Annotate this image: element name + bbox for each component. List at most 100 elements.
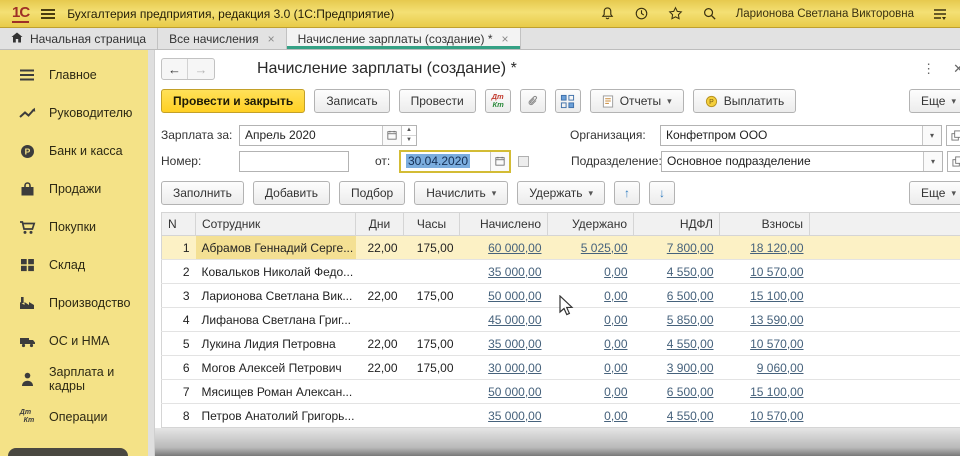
- amount-link[interactable]: 60 000,00: [488, 241, 541, 255]
- cell-5[interactable]: 0,00: [548, 356, 634, 380]
- amount-link[interactable]: 6 500,00: [667, 385, 714, 399]
- amount-link[interactable]: 18 120,00: [750, 241, 803, 255]
- sidebar-item-rukovoditelyu[interactable]: Руководителю: [0, 94, 148, 132]
- main-menu-icon[interactable]: [41, 9, 55, 19]
- cell-8[interactable]: [810, 332, 960, 356]
- cell-0[interactable]: 1: [162, 236, 196, 260]
- amount-link[interactable]: 13 590,00: [750, 313, 803, 327]
- table-row[interactable]: 6Могов Алексей Петрович22,00175,0030 000…: [162, 356, 960, 380]
- date-field[interactable]: 30.04.2020: [399, 150, 511, 173]
- close-tab-icon[interactable]: ×: [502, 32, 509, 46]
- cell-4[interactable]: 35 000,00: [460, 332, 548, 356]
- cell-3[interactable]: [404, 260, 460, 284]
- calendar-icon[interactable]: [490, 152, 509, 171]
- add-button[interactable]: Добавить: [253, 181, 330, 205]
- table-row[interactable]: 5Лукина Лидия Петровна22,00175,0035 000,…: [162, 332, 960, 356]
- cell-1[interactable]: Ларионова Светлана Вик...: [196, 284, 356, 308]
- sidebar-item-glavnoe[interactable]: Главное: [0, 56, 148, 94]
- amount-link[interactable]: 0,00: [604, 361, 627, 375]
- amount-link[interactable]: 15 100,00: [750, 289, 803, 303]
- amount-link[interactable]: 7 800,00: [667, 241, 714, 255]
- amount-link[interactable]: 0,00: [604, 289, 627, 303]
- fill-button[interactable]: Заполнить: [161, 181, 244, 205]
- cell-1[interactable]: Мясищев Роман Алексан...: [196, 380, 356, 404]
- pick-button[interactable]: Подбор: [339, 181, 405, 205]
- cell-4[interactable]: 35 000,00: [460, 404, 548, 428]
- toolbar-more-button[interactable]: Еще▾: [909, 89, 960, 113]
- cell-1[interactable]: Петров Анатолий Григорь...: [196, 404, 356, 428]
- number-field[interactable]: [239, 151, 349, 172]
- cell-3[interactable]: 175,00: [404, 332, 460, 356]
- amount-link[interactable]: 4 550,00: [667, 337, 714, 351]
- organization-field[interactable]: Конфетпром ООО ▾: [660, 125, 942, 146]
- cell-2[interactable]: [356, 260, 404, 284]
- cell-7[interactable]: 10 570,00: [720, 404, 810, 428]
- amount-link[interactable]: 4 550,00: [667, 265, 714, 279]
- accrue-button[interactable]: Начислить▾: [414, 181, 508, 205]
- sidebar-item-zarplata-i-kadry[interactable]: Зарплата и кадры: [0, 360, 148, 398]
- close-form-icon[interactable]: ✕: [953, 61, 960, 77]
- cell-5[interactable]: 5 025,00: [548, 236, 634, 260]
- amount-link[interactable]: 10 570,00: [750, 409, 803, 423]
- cell-2[interactable]: 22,00: [356, 236, 404, 260]
- amount-link[interactable]: 5 025,00: [581, 241, 628, 255]
- amount-link[interactable]: 3 900,00: [667, 361, 714, 375]
- amount-link[interactable]: 15 100,00: [750, 385, 803, 399]
- table-row[interactable]: 7Мясищев Роман Алексан...50 000,000,006 …: [162, 380, 960, 404]
- department-field[interactable]: Основное подразделение ▾: [661, 151, 943, 172]
- sidebar-item-sklad[interactable]: Склад: [0, 246, 148, 284]
- favorites-star-icon[interactable]: [668, 6, 684, 22]
- sidebar-item-pokupki[interactable]: Покупки: [0, 208, 148, 246]
- amount-link[interactable]: 0,00: [604, 409, 627, 423]
- period-stepper[interactable]: ▲▼: [401, 126, 416, 145]
- cell-3[interactable]: 175,00: [404, 356, 460, 380]
- table-row[interactable]: 8Петров Анатолий Григорь...35 000,000,00…: [162, 404, 960, 428]
- tab-1[interactable]: Все начисления×: [158, 28, 287, 49]
- cell-6[interactable]: 6 500,00: [634, 380, 720, 404]
- attachments-paperclip-button[interactable]: [520, 89, 546, 113]
- cell-6[interactable]: 5 850,00: [634, 308, 720, 332]
- close-tab-icon[interactable]: ×: [268, 32, 275, 46]
- current-user[interactable]: Ларионова Светлана Викторовна: [736, 8, 914, 20]
- amount-link[interactable]: 9 060,00: [757, 361, 804, 375]
- nav-forward-button[interactable]: →: [188, 59, 214, 79]
- cell-0[interactable]: 3: [162, 284, 196, 308]
- cell-0[interactable]: 6: [162, 356, 196, 380]
- sidebar-splitter[interactable]: [148, 50, 155, 456]
- service-menu-icon[interactable]: [932, 6, 948, 22]
- structure-links-button[interactable]: [555, 89, 581, 113]
- post-button[interactable]: Провести: [399, 89, 476, 113]
- amount-link[interactable]: 45 000,00: [488, 313, 541, 327]
- pay-button[interactable]: Р Выплатить: [693, 89, 797, 113]
- amount-link[interactable]: 0,00: [604, 313, 627, 327]
- cell-2[interactable]: [356, 380, 404, 404]
- cell-0[interactable]: 2: [162, 260, 196, 284]
- amount-link[interactable]: 30 000,00: [488, 361, 541, 375]
- cell-8[interactable]: [810, 260, 960, 284]
- cell-8[interactable]: [810, 404, 960, 428]
- cell-4[interactable]: 35 000,00: [460, 260, 548, 284]
- sidebar-item-bank-i-kassa[interactable]: РБанк и касса: [0, 132, 148, 170]
- cell-5[interactable]: 0,00: [548, 332, 634, 356]
- cell-4[interactable]: 30 000,00: [460, 356, 548, 380]
- cell-7[interactable]: 15 100,00: [720, 284, 810, 308]
- post-and-close-button[interactable]: Провести и закрыть: [161, 89, 305, 113]
- sidebar-item-os-i-nma[interactable]: ОС и НМА: [0, 322, 148, 360]
- table-row[interactable]: 2Ковальков Николай Федо...35 000,000,004…: [162, 260, 960, 284]
- search-icon[interactable]: [702, 6, 718, 22]
- amount-link[interactable]: 6 500,00: [667, 289, 714, 303]
- amount-link[interactable]: 50 000,00: [488, 385, 541, 399]
- amount-link[interactable]: 35 000,00: [488, 409, 541, 423]
- dtkt-postings-button[interactable]: ДтКт: [485, 89, 511, 113]
- amount-link[interactable]: 35 000,00: [488, 265, 541, 279]
- chevron-down-icon[interactable]: ▾: [922, 126, 941, 145]
- amount-link[interactable]: 4 550,00: [667, 409, 714, 423]
- cell-3[interactable]: 175,00: [404, 284, 460, 308]
- cell-4[interactable]: 45 000,00: [460, 308, 548, 332]
- chevron-down-icon[interactable]: ▾: [923, 152, 942, 171]
- cell-2[interactable]: [356, 308, 404, 332]
- amount-link[interactable]: 50 000,00: [488, 289, 541, 303]
- salary-period-field[interactable]: Апрель 2020 ▲▼: [239, 125, 417, 146]
- cell-6[interactable]: 4 550,00: [634, 404, 720, 428]
- cell-1[interactable]: Лукина Лидия Петровна: [196, 332, 356, 356]
